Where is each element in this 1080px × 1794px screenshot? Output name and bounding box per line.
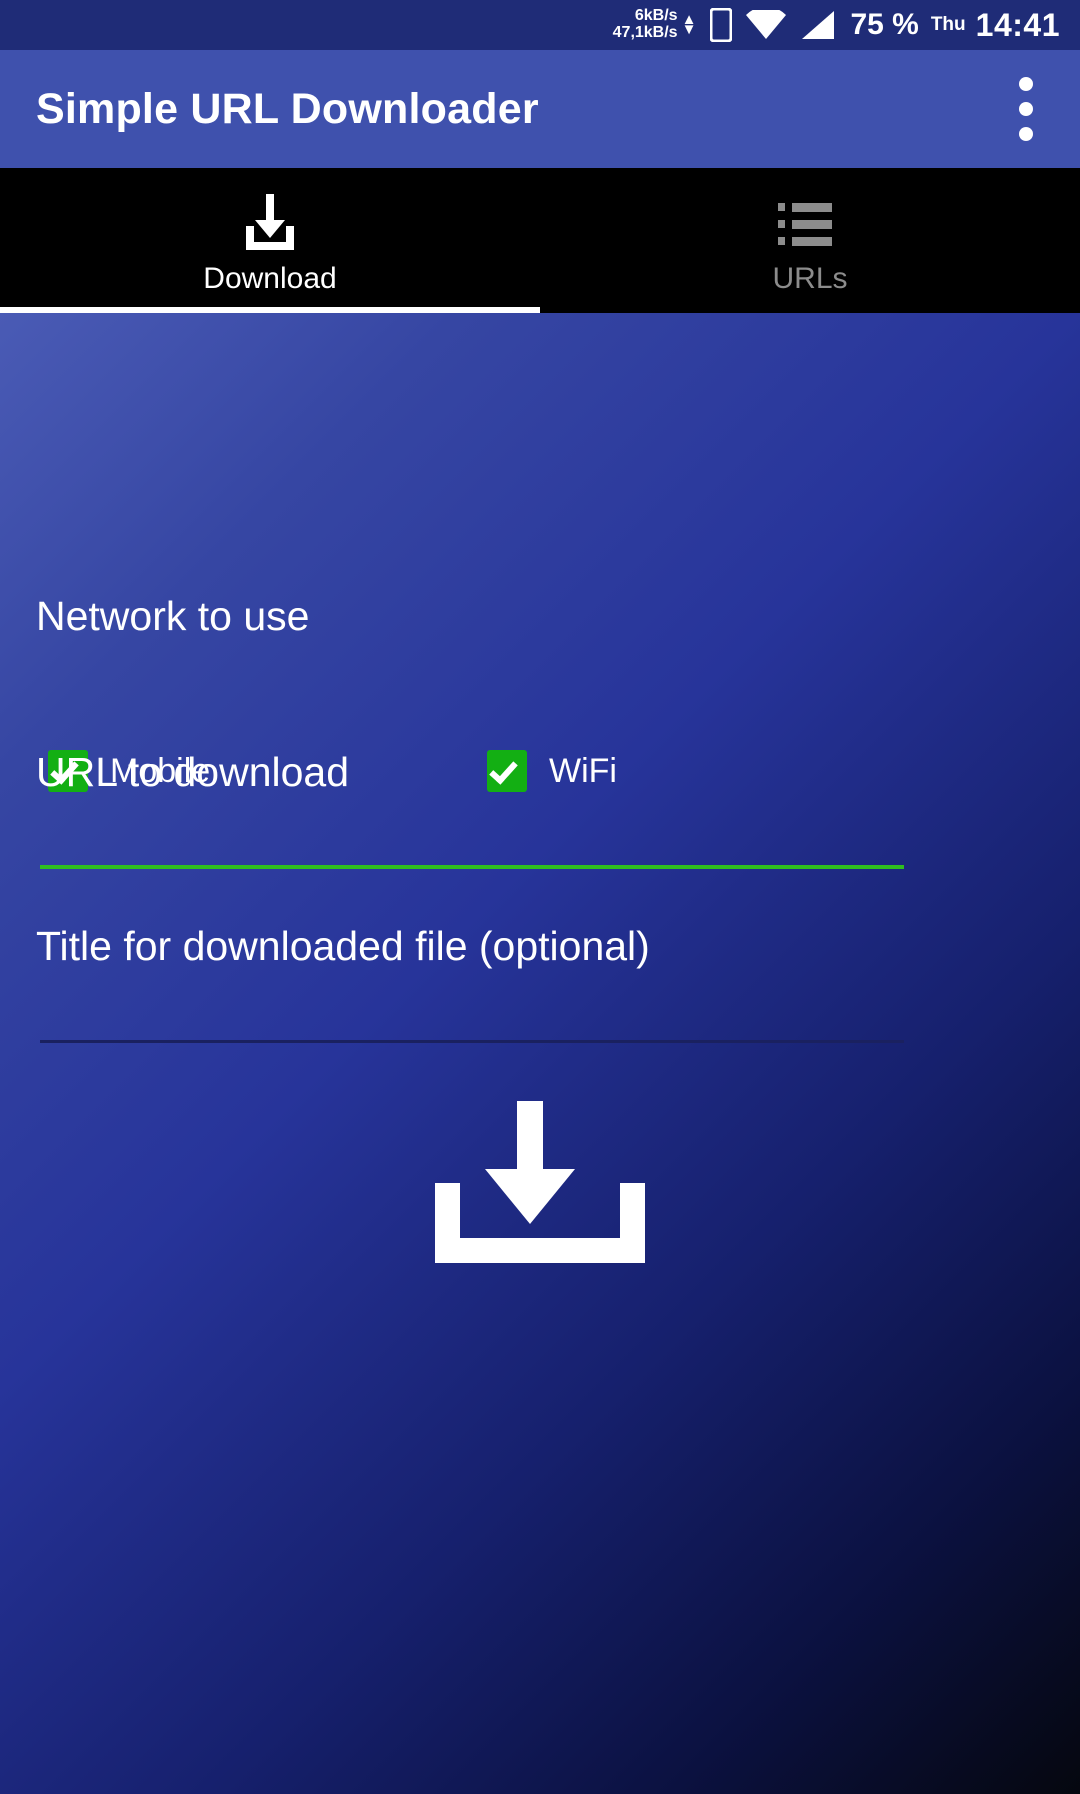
url-field-label: URL to download xyxy=(36,749,350,795)
download-icon-tray xyxy=(435,1183,645,1263)
list-icon xyxy=(778,194,842,250)
check-icon xyxy=(489,755,518,785)
download-icon xyxy=(238,194,302,250)
wifi-icon xyxy=(746,10,787,40)
network-speed-indicator: 6kB/s 47,1kB/s ▲ ▼ xyxy=(612,7,697,42)
checkbox-wifi-box[interactable] xyxy=(487,750,527,792)
app-screen: 6kB/s 47,1kB/s ▲ ▼ 75 % Thu 14:41 Simple… xyxy=(0,0,1080,1794)
status-bar: 6kB/s 47,1kB/s ▲ ▼ 75 % Thu 14:41 xyxy=(0,0,1080,50)
overflow-dot xyxy=(1019,127,1033,141)
tab-download-label: Download xyxy=(203,262,337,295)
network-speed-values: 6kB/s 47,1kB/s xyxy=(612,7,678,42)
download-button[interactable] xyxy=(390,1083,690,1263)
url-input[interactable] xyxy=(40,805,904,863)
arrow-down-icon: ▼ xyxy=(681,21,697,38)
sim-card-icon xyxy=(710,8,733,42)
tab-bar: Download URLs xyxy=(0,168,1080,313)
checkbox-wifi-label: WiFi xyxy=(549,751,617,790)
cellular-signal-icon xyxy=(800,10,836,40)
title-field-label: Title for downloaded file (optional) xyxy=(36,923,650,969)
overflow-dot xyxy=(1019,102,1033,116)
page-title: Simple URL Downloader xyxy=(36,84,539,133)
app-bar: Simple URL Downloader xyxy=(0,50,1080,168)
overflow-dot xyxy=(1019,77,1033,91)
network-speed-down: 47,1kB/s xyxy=(612,24,678,41)
tab-urls[interactable]: URLs xyxy=(540,168,1080,313)
network-speed-up: 6kB/s xyxy=(634,7,678,25)
title-input-underline xyxy=(40,1040,904,1043)
status-bar-day: Thu xyxy=(930,14,966,35)
network-section-heading: Network to use xyxy=(36,593,310,639)
status-bar-clock: 14:41 xyxy=(975,6,1060,43)
title-input[interactable] xyxy=(40,980,904,1038)
tab-download[interactable]: Download xyxy=(0,168,540,313)
tab-urls-label: URLs xyxy=(772,262,848,295)
battery-percentage: 75 % xyxy=(850,8,919,41)
network-speed-arrows: ▲ ▼ xyxy=(681,12,697,38)
checkbox-wifi[interactable]: WiFi xyxy=(487,750,617,792)
download-form-panel: Network to use Mobile WiFi URL to downlo… xyxy=(0,313,1080,1794)
overflow-menu-icon[interactable] xyxy=(998,59,1054,159)
url-input-underline xyxy=(40,865,904,869)
